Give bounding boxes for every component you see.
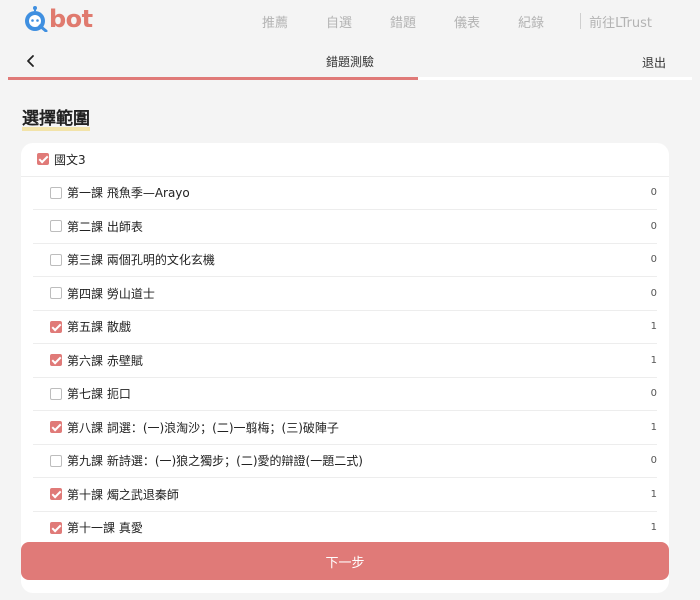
brand-name: bot	[49, 5, 93, 33]
lesson-label: 第九課 新詩選：(一)狼之獨步；(二)愛的辯證(一題二式)	[67, 454, 363, 469]
lesson-mistake-count: 0	[650, 187, 657, 199]
nav-dashboard[interactable]: 儀表	[454, 12, 480, 31]
lesson-label: 第三課 兩個孔明的文化玄機	[67, 253, 215, 268]
lesson-checkbox[interactable]	[50, 354, 62, 367]
lesson-label: 第七課 扼口	[67, 387, 131, 402]
lesson-list: 國文3 第一課 飛魚季—Arayo 0 第二課 出師表 0 第三課 兩個孔明的文化玄機 0…	[21, 143, 669, 545]
nav-links: 推薦 自選 錯題 儀表 紀錄 前往LTrust	[224, 0, 652, 42]
lesson-row[interactable]: 第二課 出師表 0	[33, 210, 657, 244]
progress-fill	[8, 77, 419, 80]
lesson-checkbox[interactable]	[50, 186, 62, 199]
lesson-row[interactable]: 第六課 赤壁賦 1	[33, 344, 657, 378]
lesson-checkbox[interactable]	[50, 421, 62, 434]
subject-row[interactable]: 國文3	[21, 143, 669, 177]
lesson-row[interactable]: 第八課 詞選：(一)浪淘沙；(二)一翦梅；(三)破陣子 1	[33, 411, 657, 445]
lesson-row[interactable]: 第十一課 真愛 1	[33, 512, 657, 545]
lesson-label: 第五課 散戲	[67, 320, 131, 335]
subject-checkbox[interactable]	[37, 153, 49, 166]
lesson-mistake-count: 1	[650, 421, 657, 433]
lesson-row[interactable]: 第四課 勞山道士 0	[33, 277, 657, 311]
lesson-checkbox[interactable]	[50, 488, 62, 501]
nav-custom[interactable]: 自選	[326, 12, 352, 31]
chevron-left-icon[interactable]	[22, 52, 40, 70]
lesson-label: 第十課 燭之武退秦師	[67, 487, 179, 502]
lesson-checkbox[interactable]	[50, 387, 62, 400]
progress-track	[8, 77, 692, 80]
lesson-checkbox[interactable]	[50, 287, 62, 300]
lesson-mistake-count: 1	[650, 488, 657, 500]
section-title: 選擇範圍	[22, 104, 90, 131]
subject-label: 國文3	[54, 152, 86, 167]
lesson-label: 第六課 赤壁賦	[67, 353, 143, 368]
lesson-mistake-count: 0	[650, 455, 657, 467]
next-button[interactable]: 下一步	[21, 542, 669, 580]
lesson-checkbox[interactable]	[50, 320, 62, 333]
nav-mistakes[interactable]: 錯題	[390, 12, 416, 31]
lesson-mistake-count: 0	[650, 388, 657, 400]
lesson-mistake-count: 0	[650, 287, 657, 299]
lesson-label: 第十一課 真愛	[67, 521, 143, 536]
lesson-label: 第一課 飛魚季—Arayo	[67, 186, 190, 201]
nav-ltrust-link[interactable]: 前往LTrust	[589, 12, 652, 31]
lesson-checkbox[interactable]	[50, 521, 62, 534]
top-nav: bot 推薦 自選 錯題 儀表 紀錄 前往LTrust	[0, 0, 700, 42]
lesson-row[interactable]: 第一課 飛魚季—Arayo 0	[33, 177, 657, 210]
lesson-row[interactable]: 第十課 燭之武退秦師 1	[33, 478, 657, 512]
lesson-checkbox[interactable]	[50, 454, 62, 467]
lesson-row[interactable]: 第五課 散戲 1	[33, 311, 657, 344]
quiz-header: 錯題測驗 退出	[8, 44, 692, 80]
lesson-mistake-count: 0	[650, 254, 657, 266]
lesson-row[interactable]: 第三課 兩個孔明的文化玄機 0	[33, 244, 657, 277]
lesson-row[interactable]: 第九課 新詩選：(一)狼之獨步；(二)愛的辯證(一題二式) 0	[33, 445, 657, 478]
lesson-mistake-count: 0	[650, 220, 657, 232]
nav-divider	[580, 13, 582, 29]
lesson-label: 第二課 出師表	[67, 219, 143, 234]
scope-card: 國文3 第一課 飛魚季—Arayo 0 第二課 出師表 0 第三課 兩個孔明的文化玄機 0…	[21, 143, 669, 593]
lesson-label: 第四課 勞山道士	[67, 286, 155, 301]
robot-q-icon	[22, 6, 48, 33]
brand-logo[interactable]: bot	[22, 5, 93, 33]
lesson-mistake-count: 1	[650, 522, 657, 534]
lesson-label: 第八課 詞選：(一)浪淘沙；(二)一翦梅；(三)破陣子	[67, 420, 339, 435]
page-title: 錯題測驗	[325, 55, 374, 69]
exit-button[interactable]: 退出	[642, 54, 666, 71]
lesson-mistake-count: 1	[650, 354, 657, 366]
lesson-checkbox[interactable]	[50, 220, 62, 233]
nav-records[interactable]: 紀錄	[518, 12, 544, 31]
lesson-row[interactable]: 第七課 扼口 0	[33, 378, 657, 411]
nav-recommend[interactable]: 推薦	[262, 12, 288, 31]
lesson-checkbox[interactable]	[50, 253, 62, 266]
lesson-mistake-count: 1	[650, 321, 657, 333]
